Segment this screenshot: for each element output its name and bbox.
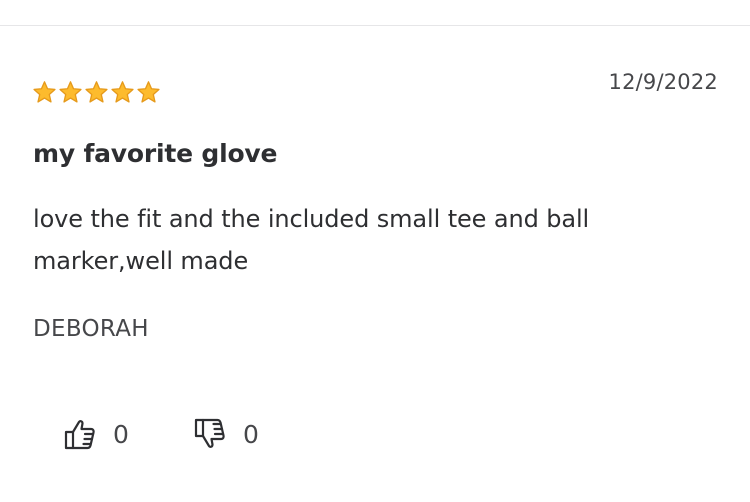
review-author: DEBORAH [33, 316, 149, 342]
unhelpful-button[interactable]: 0 [193, 416, 259, 452]
review-card: 12/9/2022 my favorite glove love the fit… [0, 26, 750, 502]
star-rating [32, 80, 161, 105]
thumbs-down-icon [194, 418, 225, 448]
review-title: my favorite glove [33, 139, 278, 168]
star-icon [85, 81, 108, 103]
star-icon [137, 81, 160, 103]
helpful-button[interactable]: 0 [63, 416, 129, 452]
star-icon [59, 81, 82, 103]
star-icon [33, 81, 56, 103]
star-icon [111, 81, 134, 103]
unhelpful-count: 0 [243, 419, 259, 449]
review-date: 12/9/2022 [608, 70, 718, 94]
helpful-count: 0 [113, 419, 129, 449]
review-body: love the fit and the included small tee … [33, 205, 590, 275]
thumbs-up-icon [64, 420, 95, 450]
